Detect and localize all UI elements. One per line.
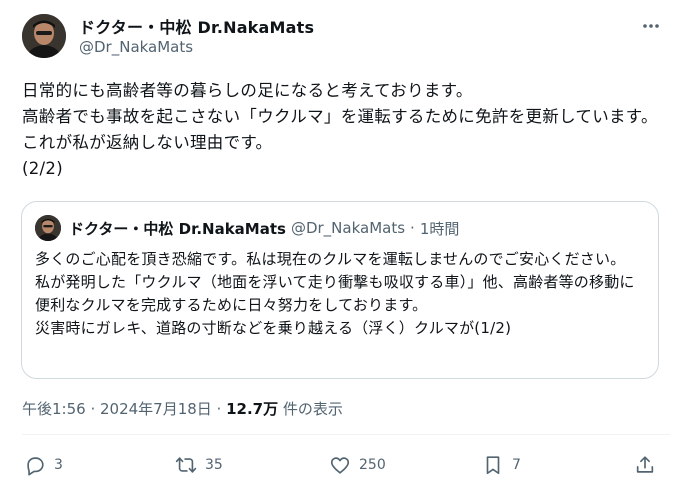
author-avatar[interactable] xyxy=(22,14,66,58)
quoted-line: 災害時にガレキ、道路の寸断などを乗り越える（浮く）クルマが(1/2) xyxy=(35,319,512,337)
retweet-button[interactable]: 35 xyxy=(175,454,223,476)
bookmark-count: 7 xyxy=(512,457,521,473)
more-dots-icon[interactable] xyxy=(637,12,665,40)
like-button[interactable]: 250 xyxy=(329,454,386,476)
quoted-author-avatar xyxy=(35,215,61,241)
author-handle[interactable]: @Dr_NakaMats xyxy=(79,38,193,56)
tweet-text: 日常的にも高齢者等の暮らしの足になると考えております。 高齢者でも事故を起こさな… xyxy=(22,78,662,182)
views-label: 件の表示 xyxy=(278,400,343,418)
tweet-line: 日常的にも高齢者等の暮らしの足になると考えております。 xyxy=(22,81,473,100)
reply-bubble-icon xyxy=(27,457,44,476)
views-count: 12.7万 xyxy=(226,400,279,418)
tweet-timestamp[interactable]: 午後1:56 · 2024年7月18日 · xyxy=(22,400,226,418)
quoted-tweet-text: 多くのご心配を頂き恐縮です。私は現在のクルマを運転しませんのでご安心ください。 … xyxy=(35,248,647,340)
retweet-count: 35 xyxy=(205,457,223,473)
reply-button[interactable]: 3 xyxy=(24,454,63,476)
tweet-meta: 午後1:56 · 2024年7月18日 · 12.7万 件の表示 xyxy=(22,398,343,419)
like-count: 250 xyxy=(359,457,386,473)
tweet-line: (2/2) xyxy=(22,159,63,178)
share-button[interactable] xyxy=(634,454,664,476)
bookmark-icon xyxy=(486,456,500,475)
quoted-line: 多くのご心配を頂き恐縮です。私は現在のクルマを運転しませんのでご安心ください。 xyxy=(35,250,626,268)
action-bar: 3 35 250 7 xyxy=(22,454,670,484)
quoted-author-name: ドクター・中松 Dr.NakaMats xyxy=(69,219,286,238)
quoted-author-handle: @Dr_NakaMats xyxy=(290,219,406,237)
quoted-tweet[interactable]: ドクター・中松 Dr.NakaMats @Dr_NakaMats · 1時間 多… xyxy=(21,201,659,379)
quoted-line: 私が発明した「ウクルマ（地面を浮いて走り衝撃も吸収する車）」他、高齢者等の移動に… xyxy=(35,273,635,314)
heart-icon xyxy=(330,457,350,474)
reply-count: 3 xyxy=(54,457,63,473)
divider xyxy=(22,434,670,435)
share-upload-icon xyxy=(636,456,654,473)
tweet-line: 高齢者でも事故を起こさない「ウクルマ」を運転するために免許を更新しています。これ… xyxy=(22,107,658,152)
author-display-name[interactable]: ドクター・中松 Dr.NakaMats xyxy=(79,14,314,38)
quoted-time: 1時間 xyxy=(419,219,460,238)
bookmark-button[interactable]: 7 xyxy=(482,454,521,476)
quoted-tweet-header: ドクター・中松 Dr.NakaMats @Dr_NakaMats · 1時間 xyxy=(35,215,459,241)
retweet-arrows-icon xyxy=(175,457,197,473)
quoted-separator: · xyxy=(410,219,415,237)
